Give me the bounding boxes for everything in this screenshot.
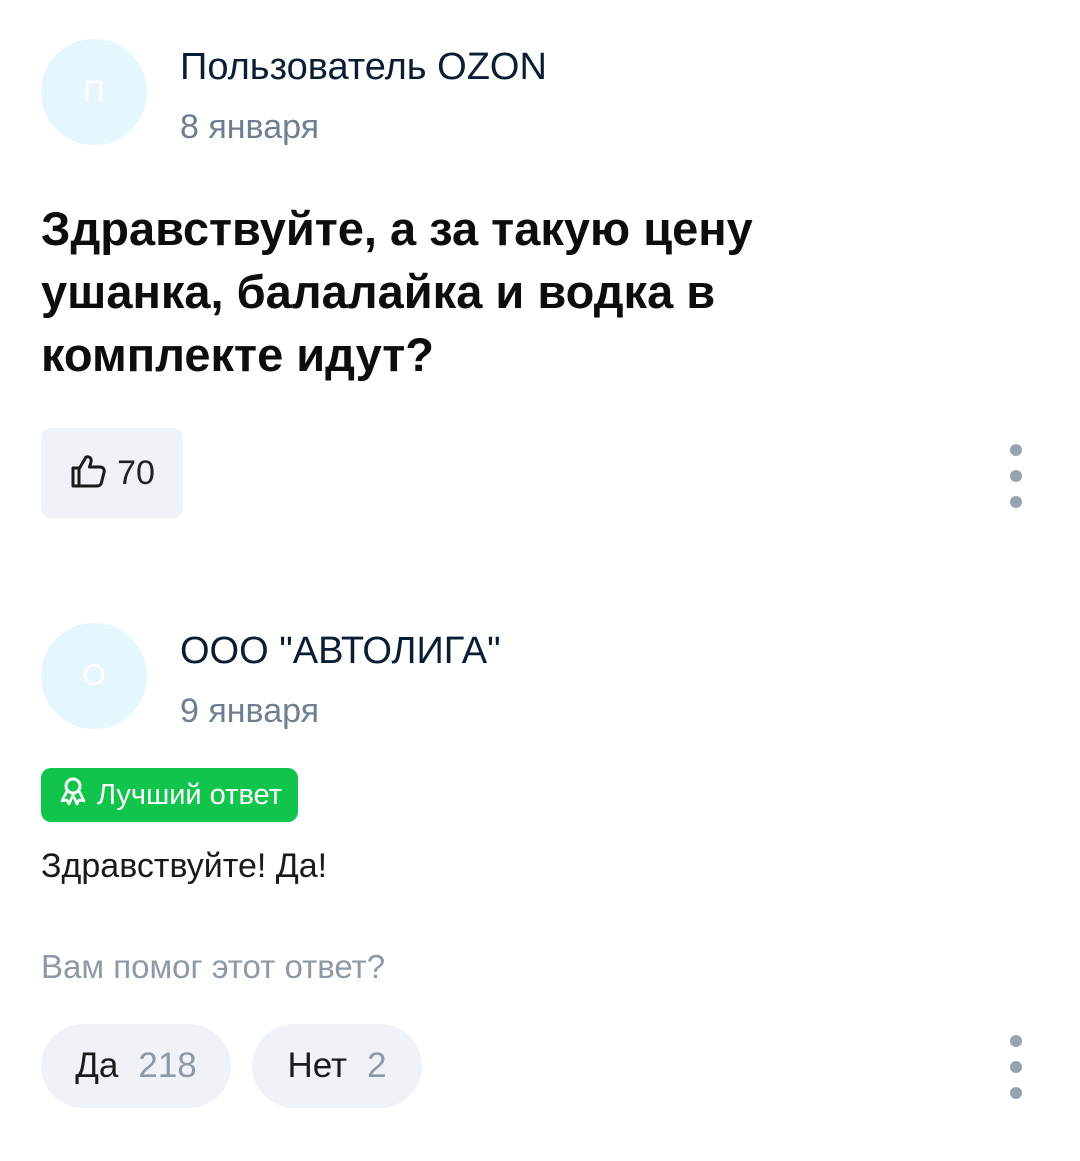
- answer-author-name[interactable]: ООО "АВТОЛИГА": [180, 630, 501, 673]
- question-date: 8 января: [180, 108, 320, 146]
- thumbs-up-icon: [69, 451, 109, 496]
- helpful-prompt: Вам помог этот ответ?: [41, 948, 386, 985]
- vote-no-button[interactable]: Нет 2: [252, 1024, 422, 1108]
- answer-author-avatar: О: [41, 623, 147, 729]
- like-count: 70: [117, 453, 155, 492]
- avatar-letter: П: [83, 75, 105, 108]
- best-answer-badge: Лучший ответ: [41, 768, 298, 822]
- more-vertical-icon: [1010, 444, 1022, 456]
- answer-date: 9 января: [180, 692, 320, 730]
- best-answer-label: Лучший ответ: [97, 778, 282, 811]
- vote-yes-label: Да: [75, 1046, 119, 1085]
- award-icon: [59, 776, 87, 814]
- answer-more-button[interactable]: [1001, 1035, 1031, 1099]
- vote-no-label: Нет: [287, 1046, 348, 1085]
- answer-text: Здравствуйте! Да!: [41, 847, 328, 885]
- vote-no-count: 2: [367, 1046, 387, 1085]
- vote-yes-count: 218: [138, 1046, 197, 1085]
- question-more-button[interactable]: [1001, 444, 1031, 508]
- avatar-letter: О: [82, 659, 106, 692]
- like-button[interactable]: 70: [41, 428, 183, 518]
- question-author-avatar: П: [41, 39, 147, 145]
- question-author-name[interactable]: Пользователь OZON: [180, 46, 547, 89]
- vote-yes-button[interactable]: Да 218: [41, 1024, 231, 1108]
- more-vertical-icon: [1010, 1035, 1022, 1047]
- question-text: Здравствуйте, а за такую цену ушанка, ба…: [41, 202, 753, 381]
